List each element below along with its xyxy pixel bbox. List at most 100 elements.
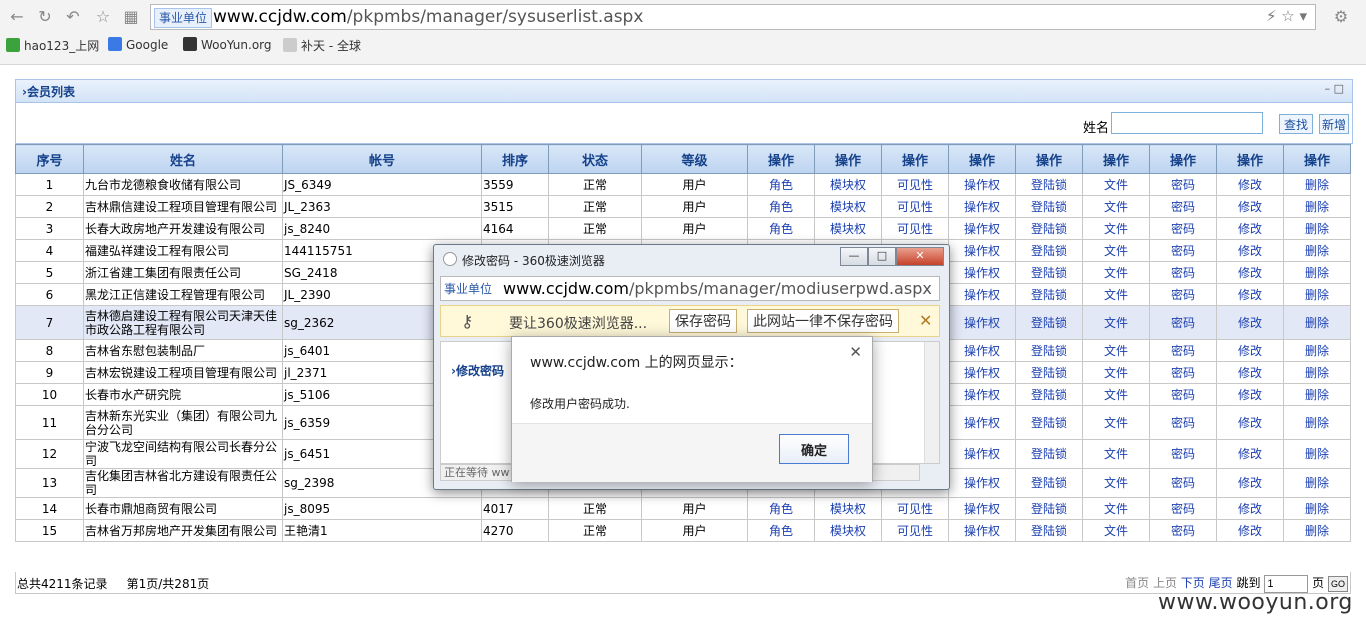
action-operation-perm-link[interactable]: 操作权 (948, 439, 1016, 469)
action-password-link[interactable]: 密码 (1149, 468, 1217, 498)
popup-address-bar[interactable]: 事业单位 www.ccjdw.com/pkpmbs/manager/modius… (440, 276, 940, 301)
action-password-link[interactable]: 密码 (1149, 239, 1217, 262)
bookmark-hao123[interactable]: hao123_上网 (6, 37, 99, 54)
action-login-lock-link[interactable]: 登陆锁 (1015, 405, 1083, 440)
action-login-lock-link[interactable]: 登陆锁 (1015, 305, 1083, 340)
action-edit-link[interactable]: 修改 (1216, 405, 1284, 440)
action-operation-perm-link[interactable]: 操作权 (948, 283, 1016, 306)
action-delete-link[interactable]: 删除 (1283, 305, 1351, 340)
action-delete-link[interactable]: 删除 (1283, 339, 1351, 362)
action-edit-link[interactable]: 修改 (1216, 217, 1284, 240)
action-delete-link[interactable]: 删除 (1283, 173, 1351, 196)
action-delete-link[interactable]: 删除 (1283, 383, 1351, 406)
never-save-button[interactable]: 此网站一律不保存密码 (747, 309, 899, 333)
action-edit-link[interactable]: 修改 (1216, 439, 1284, 469)
action-password-link[interactable]: 密码 (1149, 405, 1217, 440)
action-password-link[interactable]: 密码 (1149, 261, 1217, 284)
action-file-link[interactable]: 文件 (1082, 173, 1150, 196)
action-operation-perm-link[interactable]: 操作权 (948, 261, 1016, 284)
search-button[interactable]: 查找 (1279, 114, 1313, 134)
action-role-link[interactable]: 角色 (747, 217, 815, 240)
save-password-button[interactable]: 保存密码 (669, 309, 737, 333)
action-edit-link[interactable]: 修改 (1216, 519, 1284, 542)
address-actions[interactable]: ⚡ ☆ ▾ (1266, 7, 1307, 25)
action-edit-link[interactable]: 修改 (1216, 497, 1284, 520)
action-file-link[interactable]: 文件 (1082, 339, 1150, 362)
action-operation-perm-link[interactable]: 操作权 (948, 217, 1016, 240)
action-visibility-link[interactable]: 可见性 (881, 195, 949, 218)
action-delete-link[interactable]: 删除 (1283, 283, 1351, 306)
wrench-icon[interactable]: ⚙ (1330, 6, 1352, 28)
action-password-link[interactable]: 密码 (1149, 339, 1217, 362)
action-login-lock-link[interactable]: 登陆锁 (1015, 439, 1083, 469)
action-password-link[interactable]: 密码 (1149, 305, 1217, 340)
action-file-link[interactable]: 文件 (1082, 439, 1150, 469)
action-operation-perm-link[interactable]: 操作权 (948, 173, 1016, 196)
grid-icon[interactable]: ▦ (120, 6, 142, 28)
action-edit-link[interactable]: 修改 (1216, 173, 1284, 196)
action-file-link[interactable]: 文件 (1082, 195, 1150, 218)
action-visibility-link[interactable]: 可见性 (881, 519, 949, 542)
action-file-link[interactable]: 文件 (1082, 305, 1150, 340)
action-edit-link[interactable]: 修改 (1216, 261, 1284, 284)
action-operation-perm-link[interactable]: 操作权 (948, 383, 1016, 406)
ok-button[interactable]: 确定 (779, 434, 849, 464)
action-edit-link[interactable]: 修改 (1216, 361, 1284, 384)
action-role-link[interactable]: 角色 (747, 497, 815, 520)
action-delete-link[interactable]: 删除 (1283, 217, 1351, 240)
popup-scrollbar[interactable] (924, 342, 939, 463)
action-visibility-link[interactable]: 可见性 (881, 217, 949, 240)
action-file-link[interactable]: 文件 (1082, 217, 1150, 240)
prev-page-link[interactable]: 上页 (1153, 576, 1177, 590)
action-login-lock-link[interactable]: 登陆锁 (1015, 468, 1083, 498)
action-file-link[interactable]: 文件 (1082, 261, 1150, 284)
action-login-lock-link[interactable]: 登陆锁 (1015, 239, 1083, 262)
action-visibility-link[interactable]: 可见性 (881, 173, 949, 196)
action-file-link[interactable]: 文件 (1082, 519, 1150, 542)
action-login-lock-link[interactable]: 登陆锁 (1015, 173, 1083, 196)
action-module-perm-link[interactable]: 模块权 (814, 195, 882, 218)
bookmark-wooyun[interactable]: WooYun.org (183, 37, 272, 52)
first-page-link[interactable]: 首页 (1125, 576, 1149, 590)
action-edit-link[interactable]: 修改 (1216, 339, 1284, 362)
action-operation-perm-link[interactable]: 操作权 (948, 468, 1016, 498)
action-password-link[interactable]: 密码 (1149, 283, 1217, 306)
action-edit-link[interactable]: 修改 (1216, 239, 1284, 262)
action-login-lock-link[interactable]: 登陆锁 (1015, 195, 1083, 218)
action-operation-perm-link[interactable]: 操作权 (948, 305, 1016, 340)
action-operation-perm-link[interactable]: 操作权 (948, 361, 1016, 384)
action-file-link[interactable]: 文件 (1082, 468, 1150, 498)
action-delete-link[interactable]: 删除 (1283, 497, 1351, 520)
back-icon[interactable]: ← (6, 6, 28, 28)
action-delete-link[interactable]: 删除 (1283, 439, 1351, 469)
action-password-link[interactable]: 密码 (1149, 383, 1217, 406)
action-edit-link[interactable]: 修改 (1216, 305, 1284, 340)
close-icon[interactable]: ✕ (849, 343, 862, 361)
address-url[interactable]: www.ccjdw.com/pkpmbs/manager/sysuserlist… (213, 7, 643, 27)
action-operation-perm-link[interactable]: 操作权 (948, 339, 1016, 362)
action-operation-perm-link[interactable]: 操作权 (948, 195, 1016, 218)
action-edit-link[interactable]: 修改 (1216, 468, 1284, 498)
action-edit-link[interactable]: 修改 (1216, 383, 1284, 406)
action-edit-link[interactable]: 修改 (1216, 195, 1284, 218)
action-login-lock-link[interactable]: 登陆锁 (1015, 217, 1083, 240)
action-login-lock-link[interactable]: 登陆锁 (1015, 283, 1083, 306)
minimize-button[interactable]: — (840, 247, 868, 266)
popup-address-url[interactable]: www.ccjdw.com/pkpmbs/manager/modiuserpwd… (503, 279, 932, 298)
action-operation-perm-link[interactable]: 操作权 (948, 239, 1016, 262)
action-password-link[interactable]: 密码 (1149, 173, 1217, 196)
maximize-button[interactable]: □ (868, 247, 896, 266)
action-login-lock-link[interactable]: 登陆锁 (1015, 261, 1083, 284)
action-module-perm-link[interactable]: 模块权 (814, 497, 882, 520)
last-page-link[interactable]: 尾页 (1209, 576, 1233, 590)
action-delete-link[interactable]: 删除 (1283, 519, 1351, 542)
action-login-lock-link[interactable]: 登陆锁 (1015, 361, 1083, 384)
action-file-link[interactable]: 文件 (1082, 283, 1150, 306)
action-password-link[interactable]: 密码 (1149, 361, 1217, 384)
name-search-input[interactable] (1111, 112, 1263, 134)
action-password-link[interactable]: 密码 (1149, 497, 1217, 520)
next-page-link[interactable]: 下页 (1181, 576, 1205, 590)
bookmark-butian[interactable]: 补天 - 全球 (283, 37, 361, 54)
action-role-link[interactable]: 角色 (747, 519, 815, 542)
action-password-link[interactable]: 密码 (1149, 217, 1217, 240)
